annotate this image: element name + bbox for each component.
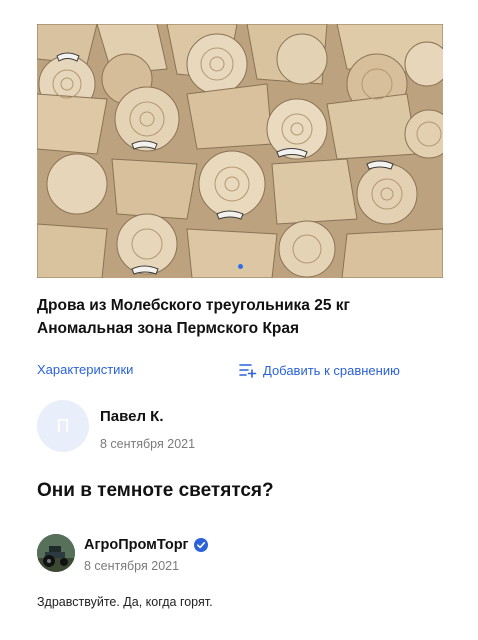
seller-name[interactable]: АгроПромТорг xyxy=(84,537,189,553)
seller-avatar xyxy=(37,534,75,572)
review-author[interactable]: Павел К. xyxy=(100,408,164,425)
carousel-indicator[interactable] xyxy=(37,256,443,274)
seller-name-row: АгроПромТорг xyxy=(84,537,208,553)
firewood-image xyxy=(37,24,443,278)
product-photo[interactable] xyxy=(37,24,443,278)
specs-link[interactable]: Характеристики xyxy=(37,362,133,377)
review-text: Они в темноте светятся? xyxy=(37,480,274,501)
avatar: П xyxy=(37,400,89,452)
product-title-line-1: Дрова из Молебского треугольника 25 кг xyxy=(37,297,350,314)
carousel-dot-active[interactable] xyxy=(237,264,243,269)
add-to-compare-label: Добавить к сравнению xyxy=(263,362,400,378)
add-to-compare-button[interactable]: Добавить к сравнению xyxy=(239,362,400,378)
tractor-icon xyxy=(37,534,75,572)
verified-badge-icon xyxy=(193,538,208,552)
reply-date: 8 сентября 2021 xyxy=(84,559,180,573)
add-to-compare-icon xyxy=(239,364,257,378)
review-date: 8 сентября 2021 xyxy=(100,437,196,451)
product-actions: Характеристики Добавить к сравнению xyxy=(37,362,447,378)
product-title-line-2: Аномальная зона Пермского Края xyxy=(37,320,300,337)
product-title: Дрова из Молебского треугольника 25 кг А… xyxy=(37,294,447,340)
reply-text: Здравствуйте. Да, когда горят. xyxy=(37,595,213,609)
